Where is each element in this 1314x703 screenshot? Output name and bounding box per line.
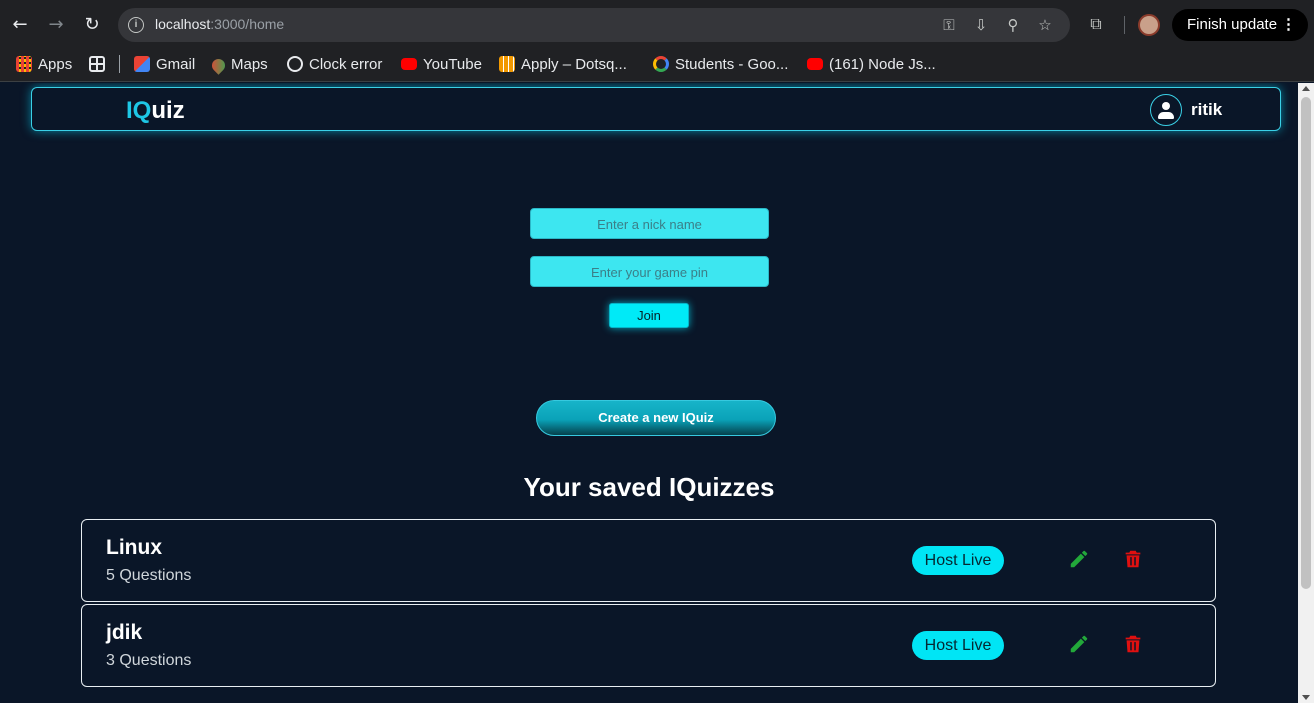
edit-pencil-icon[interactable] [1068,633,1090,655]
quiz-question-count: 5 Questions [106,567,192,584]
extensions-icon[interactable]: ⧉ [1086,14,1106,34]
quiz-card: jdik 3 Questions Host Live [81,604,1216,687]
delete-trash-icon[interactable] [1122,633,1144,655]
bookmark-apply-dotsq[interactable]: Apply – Dotsq... [499,53,627,77]
finish-update-button[interactable]: Finish update ⋮ [1172,9,1308,41]
bookmark-clock-error[interactable]: Clock error [287,53,382,77]
install-app-icon[interactable]: ⇩ [972,16,990,34]
bookmark-students[interactable]: Students - Goo... [653,53,788,77]
saved-quizzes-heading: Your saved IQuizzes [523,472,775,502]
host-live-button[interactable]: Host Live [912,631,1004,660]
app-logo[interactable]: IQuiz [126,97,185,125]
create-quiz-button[interactable]: Create a new IQuiz [536,400,776,436]
youtube-icon [401,58,417,70]
host-live-button[interactable]: Host Live [912,546,1004,575]
globe-icon [287,56,303,72]
scrollbar-thumb[interactable] [1301,97,1311,589]
google-icon [653,56,669,72]
toolbar-divider [1124,16,1125,34]
dotsquares-icon [499,56,515,72]
url-text[interactable]: localhost:3000/home [155,16,284,32]
site-info-icon[interactable]: i [128,17,144,33]
back-icon[interactable]: ← [8,13,32,37]
nickname-input[interactable]: Enter a nick name [530,208,769,239]
gmail-icon [134,56,150,72]
quiz-card: Linux 5 Questions Host Live [81,519,1216,602]
quiz-name: jdik [106,621,143,644]
app-header: IQuiz ritik [31,87,1281,131]
quiz-question-count: 3 Questions [106,652,192,669]
scroll-up-icon[interactable] [1302,86,1310,91]
bookmark-maps[interactable]: Maps [209,53,268,77]
bookmarks-divider [119,55,120,73]
scroll-down-icon[interactable] [1302,695,1310,700]
bookmark-node-js[interactable]: (161) Node Js... [807,53,936,77]
bookmark-star-icon[interactable]: ☆ [1036,16,1054,34]
page-content: IQuiz ritik Enter a nick name Enter your… [0,83,1298,703]
bookmark-gmail[interactable]: Gmail [134,53,195,77]
profile-avatar[interactable] [1138,14,1160,36]
youtube-icon [807,58,823,70]
reload-icon[interactable]: ↻ [80,13,104,37]
quiz-name: Linux [106,536,162,559]
bookmarks-bar: Apps Gmail Maps Clock error YouTube Appl… [0,50,1314,82]
game-pin-input[interactable]: Enter your game pin [530,256,769,287]
apps-grid-icon [16,56,32,72]
edit-pencil-icon[interactable] [1068,548,1090,570]
join-button[interactable]: Join [609,303,689,328]
maps-pin-icon [209,56,228,75]
bookmark-tab-groups[interactable] [89,53,111,77]
password-key-icon[interactable]: ⚿ [940,16,958,34]
zoom-icon[interactable]: ⚲ [1004,16,1022,34]
bookmark-apps[interactable]: Apps [16,53,72,77]
username[interactable]: ritik [1191,100,1222,120]
address-bar[interactable]: i localhost:3000/home ⚿ ⇩ ⚲ ☆ [118,8,1070,42]
bookmark-youtube[interactable]: YouTube [401,53,482,77]
delete-trash-icon[interactable] [1122,548,1144,570]
user-icon[interactable] [1150,94,1182,126]
browser-toolbar: ← → ↻ i localhost:3000/home ⚿ ⇩ ⚲ ☆ ⧉ Fi… [0,0,1314,50]
forward-icon[interactable]: → [44,13,68,37]
menu-dots-icon[interactable]: ⋮ [1281,9,1296,41]
page-scrollbar[interactable] [1298,83,1314,703]
grid-icon [89,56,105,72]
